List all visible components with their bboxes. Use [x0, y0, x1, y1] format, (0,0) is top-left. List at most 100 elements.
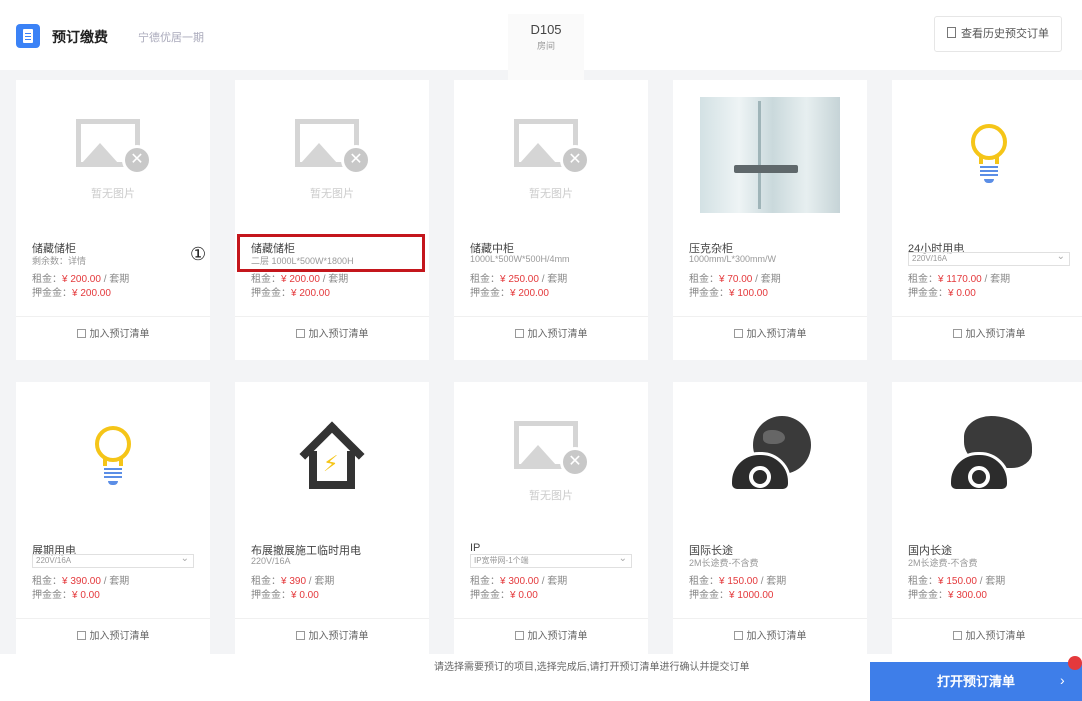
deposit-line: 押金金：¥ 200.00	[470, 284, 549, 299]
add-to-order-list-button[interactable]: 加入预订清单	[454, 626, 648, 648]
add-button-label: 加入预订清单	[308, 329, 369, 340]
deposit-label: 押金金：	[32, 288, 72, 299]
close-icon: ✕	[560, 145, 590, 175]
deposit-value: ¥ 100.00	[729, 288, 768, 299]
no-image-placeholder: ✕ 暂无图片	[287, 105, 377, 205]
checkbox-icon	[952, 631, 962, 640]
checkbox-icon	[733, 631, 743, 640]
card-divider	[892, 618, 1082, 619]
international-phone-icon	[727, 416, 813, 498]
product-image	[673, 80, 867, 230]
deposit-line: 押金金：¥ 0.00	[470, 586, 538, 601]
checkbox-icon	[76, 329, 86, 338]
deposit-value: ¥ 0.00	[948, 288, 976, 299]
lightbulb-icon	[969, 124, 1009, 186]
no-image-text: 暂无图片	[529, 490, 573, 502]
card-divider	[454, 618, 648, 619]
product-card: 国内长途 2M长途费-不含费 租金：¥ 150.00 / 套期 押金金：¥ 300.0…	[892, 382, 1082, 662]
add-to-order-list-button[interactable]: 加入预订清单	[235, 324, 429, 346]
bulb-base	[980, 166, 998, 178]
add-to-order-list-button[interactable]: 加入预订清单	[673, 324, 867, 346]
checkbox-icon	[76, 631, 86, 640]
mountain-icon	[520, 445, 556, 465]
lightning-icon: ⚡	[323, 451, 339, 476]
deposit-label: 押金金：	[470, 288, 510, 299]
card-divider	[16, 618, 210, 619]
add-button-label: 加入预订清单	[965, 329, 1026, 340]
price-line: 租金：¥ 150.00 / 套期	[908, 572, 1005, 587]
product-image	[892, 382, 1082, 532]
price-line: 租金：¥ 1170.00 / 套期	[908, 270, 1010, 285]
product-image: ✕ 暂无图片	[235, 80, 429, 230]
phone-dial	[968, 466, 990, 488]
spec-select[interactable]: 220V/16A	[908, 251, 1070, 266]
deposit-value: ¥ 0.00	[510, 590, 538, 601]
add-to-order-list-button[interactable]: 加入预订清单	[235, 626, 429, 648]
mountain-icon	[301, 143, 337, 163]
add-to-order-list-button[interactable]: 加入预订清单	[16, 626, 210, 648]
add-button-label: 加入预订清单	[527, 631, 588, 642]
deposit-label: 押金金：	[470, 590, 510, 601]
room-label: 房间	[536, 41, 555, 51]
add-to-order-list-button[interactable]: 加入预订清单	[673, 626, 867, 648]
price-line: 租金：¥ 390.00 / 套期	[32, 572, 129, 587]
deposit-value: ¥ 0.00	[291, 590, 319, 601]
view-history-orders-button[interactable]: 查看历史预交订单	[934, 16, 1062, 52]
product-card: ✕ 暂无图片 储藏储柜 二层 1000L*500W*1800H 租金：¥ 200.00 …	[235, 80, 429, 360]
price-line: 租金：¥ 250.00 / 套期	[470, 270, 567, 285]
bulb-glass	[95, 426, 131, 462]
bulb-tip	[108, 481, 118, 485]
add-button-label: 加入预订清单	[746, 631, 807, 642]
add-to-order-list-button[interactable]: 加入预订清单	[16, 324, 210, 346]
chevron-right-icon: ›	[1060, 672, 1065, 688]
card-divider	[673, 316, 867, 317]
product-card: ✕ 暂无图片 储藏储柜 剩余数：详情 租金：¥ 200.00 / 套期 押金金：¥ 200…	[16, 80, 210, 360]
no-image-placeholder: ✕ 暂无图片	[68, 105, 158, 205]
product-image: ⚡	[235, 382, 429, 532]
room-number: D105	[530, 22, 562, 37]
add-button-label: 加入预订清单	[89, 329, 150, 340]
bulb-base	[104, 468, 122, 480]
add-to-order-list-button[interactable]: 加入预订清单	[892, 324, 1082, 346]
product-image	[16, 382, 210, 532]
checkbox-icon	[733, 329, 743, 338]
deposit-label: 押金金：	[908, 590, 948, 601]
product-image: ✕ 暂无图片	[454, 382, 648, 532]
app-logo-icon	[16, 24, 40, 48]
spec-select[interactable]: IP宽带网-1个端	[470, 553, 632, 568]
product-spec: 220V/16A	[251, 556, 291, 566]
checkbox-icon	[295, 329, 305, 338]
card-divider	[235, 316, 429, 317]
bulb-glass	[971, 124, 1007, 160]
cart-button-label: 打开预订清单	[936, 674, 1015, 689]
deposit-line: 押金金：¥ 0.00	[251, 586, 319, 601]
product-spec: 剩余数：详情	[32, 256, 87, 266]
deposit-label: 押金金：	[908, 288, 948, 299]
deposit-label: 押金金：	[689, 590, 729, 601]
product-card: 展期用电220V/16A租金：¥ 390.00 / 套期押金金：¥ 0.00加入…	[16, 382, 210, 662]
no-image-placeholder: ✕ 暂无图片	[506, 407, 596, 507]
product-spec: 2M长途费-不含费	[908, 558, 978, 568]
bulb-tip	[984, 179, 994, 183]
product-image: ✕ 暂无图片	[454, 80, 648, 230]
bulb-neck	[103, 458, 123, 466]
open-order-list-button[interactable]: 打开预订清单	[870, 662, 1082, 701]
product-image	[892, 80, 1082, 230]
card-divider	[235, 618, 429, 619]
product-card: ✕ 暂无图片 IPIP宽带网-1个端租金：¥ 300.00 / 套期押金金：¥ 0.…	[454, 382, 648, 662]
house-power-icon: ⚡	[297, 421, 367, 493]
spec-select[interactable]: 220V/16A	[32, 553, 194, 568]
add-button-label: 加入预订清单	[965, 631, 1026, 642]
add-button-label: 加入预订清单	[746, 329, 807, 340]
product-spec: 1000mm/L*300mm/W	[689, 254, 777, 264]
mountain-icon	[520, 143, 556, 163]
checkbox-icon	[514, 631, 524, 640]
footer-hint: 请选择需要预订的项目,选择完成后,请打开预订清单进行确认并提交订单	[434, 662, 750, 673]
no-image-text: 暂无图片	[310, 188, 354, 200]
project-name: 宁德优居一期	[138, 32, 204, 44]
add-to-order-list-button[interactable]: 加入预订清单	[892, 626, 1082, 648]
phone-dial	[749, 466, 771, 488]
close-icon: ✕	[341, 145, 371, 175]
price-line: 租金：¥ 200.00 / 套期	[251, 270, 348, 285]
add-to-order-list-button[interactable]: 加入预订清单	[454, 324, 648, 346]
